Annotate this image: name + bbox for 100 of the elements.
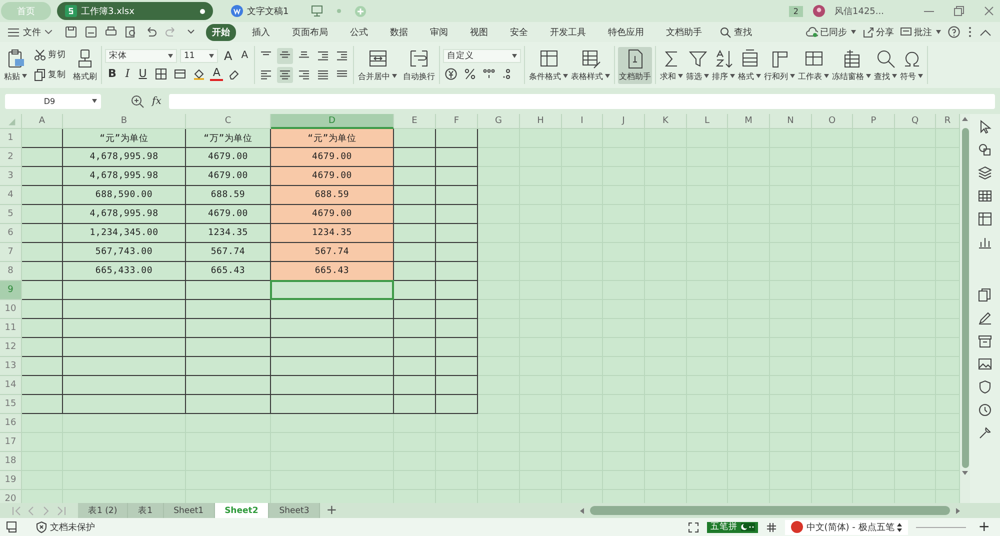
row-number[interactable]: 19 [0, 471, 22, 490]
row-number[interactable]: 15 [0, 395, 22, 414]
font-color-button[interactable]: A [210, 66, 224, 80]
search-button[interactable]: 查找 [720, 26, 752, 38]
scrollbar-thumb[interactable] [962, 128, 968, 468]
table-cell [394, 357, 436, 376]
table-cell [436, 243, 478, 262]
ribbon-tab[interactable]: 公式 [344, 24, 374, 40]
sheet-tab[interactable]: Sheet3 [269, 503, 320, 518]
column-header[interactable]: N [770, 114, 812, 129]
ribbon-tab[interactable]: 安全 [504, 24, 534, 40]
column-header[interactable]: A [22, 114, 63, 129]
row-number[interactable]: 20 [0, 490, 22, 503]
file-menu[interactable]: 文件 [8, 26, 52, 38]
underline-button[interactable]: U [136, 66, 150, 80]
column-header[interactable]: F [436, 114, 478, 129]
row-number[interactable]: 14 [0, 376, 22, 395]
ribbon-tab[interactable]: 视图 [464, 24, 494, 40]
zoom-in-button[interactable]: + [974, 519, 994, 535]
account-name[interactable]: 风信1425... [834, 4, 884, 18]
sheet-tab[interactable]: Sheet2 [214, 503, 270, 518]
toolbar-button[interactable]: 复制 [32, 67, 68, 83]
toolbar-button[interactable]: 分享 [862, 26, 894, 38]
column-header[interactable]: K [645, 114, 687, 129]
input-method-bar[interactable]: 五笔拼 [707, 522, 758, 532]
column-header[interactable]: H [520, 114, 562, 129]
print-preview-icon [125, 26, 137, 38]
ribbon-tab[interactable]: 数据 [384, 24, 414, 40]
italic-button[interactable]: I [122, 66, 133, 80]
row-number[interactable]: 18 [0, 452, 22, 471]
sheet-tab[interactable]: Sheet1 [164, 503, 215, 518]
protection-status[interactable]: 文档未保护 [36, 520, 95, 534]
row-number[interactable]: 2 [0, 148, 22, 167]
document-tab[interactable]: 文字文稿1 [219, 2, 301, 20]
ribbon-tab[interactable]: 开始 [206, 24, 236, 40]
caret-icon [22, 74, 27, 78]
column-header[interactable]: O [812, 114, 853, 129]
comment-icon [900, 26, 912, 38]
row-number[interactable]: 5 [0, 205, 22, 224]
column-header[interactable]: L [687, 114, 728, 129]
number-format-select[interactable]: 自定义 [443, 48, 522, 62]
language-indicator[interactable]: 中文(简体) - 极点五笔 [785, 520, 908, 534]
column-header[interactable]: C [186, 114, 271, 129]
align-middle-button[interactable] [277, 48, 294, 64]
ribbon-tab[interactable]: 插入 [246, 24, 276, 40]
align-center-button[interactable] [277, 66, 294, 82]
document-tab[interactable]: 工作簿3.xlsx [57, 2, 213, 20]
sheet-tab[interactable]: 表1 (2) [78, 503, 128, 518]
borders-button[interactable] [152, 66, 169, 82]
toolbar-button[interactable]: 已同步 [806, 26, 856, 38]
row-number[interactable]: 16 [0, 414, 22, 433]
column-header[interactable]: G [478, 114, 520, 129]
row-number[interactable]: 17 [0, 433, 22, 452]
font-size-select[interactable]: 11 [180, 48, 218, 62]
toolbar-button[interactable]: 剪切 [32, 47, 68, 63]
column-header[interactable]: P [853, 114, 895, 129]
row-number[interactable]: 10 [0, 300, 22, 319]
column-header[interactable]: B [63, 114, 186, 129]
restore-icon [954, 6, 964, 16]
sheet-tab[interactable]: 表1 [128, 503, 164, 518]
row-number[interactable]: 13 [0, 357, 22, 376]
row-number[interactable]: 7 [0, 243, 22, 262]
row-number[interactable]: 1 [0, 129, 22, 148]
row-number[interactable]: 8 [0, 262, 22, 281]
ribbon-tab[interactable]: 审阅 [424, 24, 454, 40]
table-cell [22, 376, 63, 395]
scrollbar-thumb[interactable] [590, 506, 950, 515]
row-number[interactable]: 12 [0, 338, 22, 357]
name-box[interactable]: D9 [5, 94, 101, 108]
row-number[interactable]: 6 [0, 224, 22, 243]
ribbon-tab[interactable]: 开发工具 [544, 24, 592, 40]
column-header[interactable]: I [562, 114, 603, 129]
currency-icon [445, 68, 458, 80]
rows-columns-icon [770, 48, 790, 68]
ribbon-tab[interactable]: 页面布局 [286, 24, 334, 40]
notification-count[interactable]: 2 [789, 6, 802, 16]
ribbon-tab[interactable]: 文档助手 [660, 24, 708, 40]
column-header[interactable]: Q [895, 114, 936, 129]
increase-font-button[interactable]: A [221, 48, 236, 62]
column-header[interactable]: J [603, 114, 645, 129]
add-sheet-button[interactable]: + [320, 504, 344, 517]
row-number[interactable]: 4 [0, 186, 22, 205]
bold-button[interactable]: B [105, 66, 120, 80]
chevron-icon [45, 30, 52, 34]
function-label[interactable]: fx [152, 96, 162, 106]
decrease-font-button[interactable]: A [238, 48, 252, 62]
currency-button[interactable] [443, 66, 460, 82]
column-header[interactable]: M [728, 114, 770, 129]
first-sheet-icon [12, 506, 21, 516]
ribbon-tab[interactable]: 特色应用 [602, 24, 650, 40]
formula-input[interactable] [169, 94, 995, 108]
font-select[interactable]: 宋体 [105, 48, 177, 62]
table-cell [436, 357, 478, 376]
column-header[interactable]: E [394, 114, 436, 129]
caret-icon [209, 54, 214, 58]
toolbar-button[interactable]: 批注 [900, 26, 941, 38]
row-number[interactable]: 3 [0, 167, 22, 186]
row-number[interactable]: 11 [0, 319, 22, 338]
percent-icon [464, 68, 476, 80]
column-header[interactable]: R [936, 114, 960, 129]
